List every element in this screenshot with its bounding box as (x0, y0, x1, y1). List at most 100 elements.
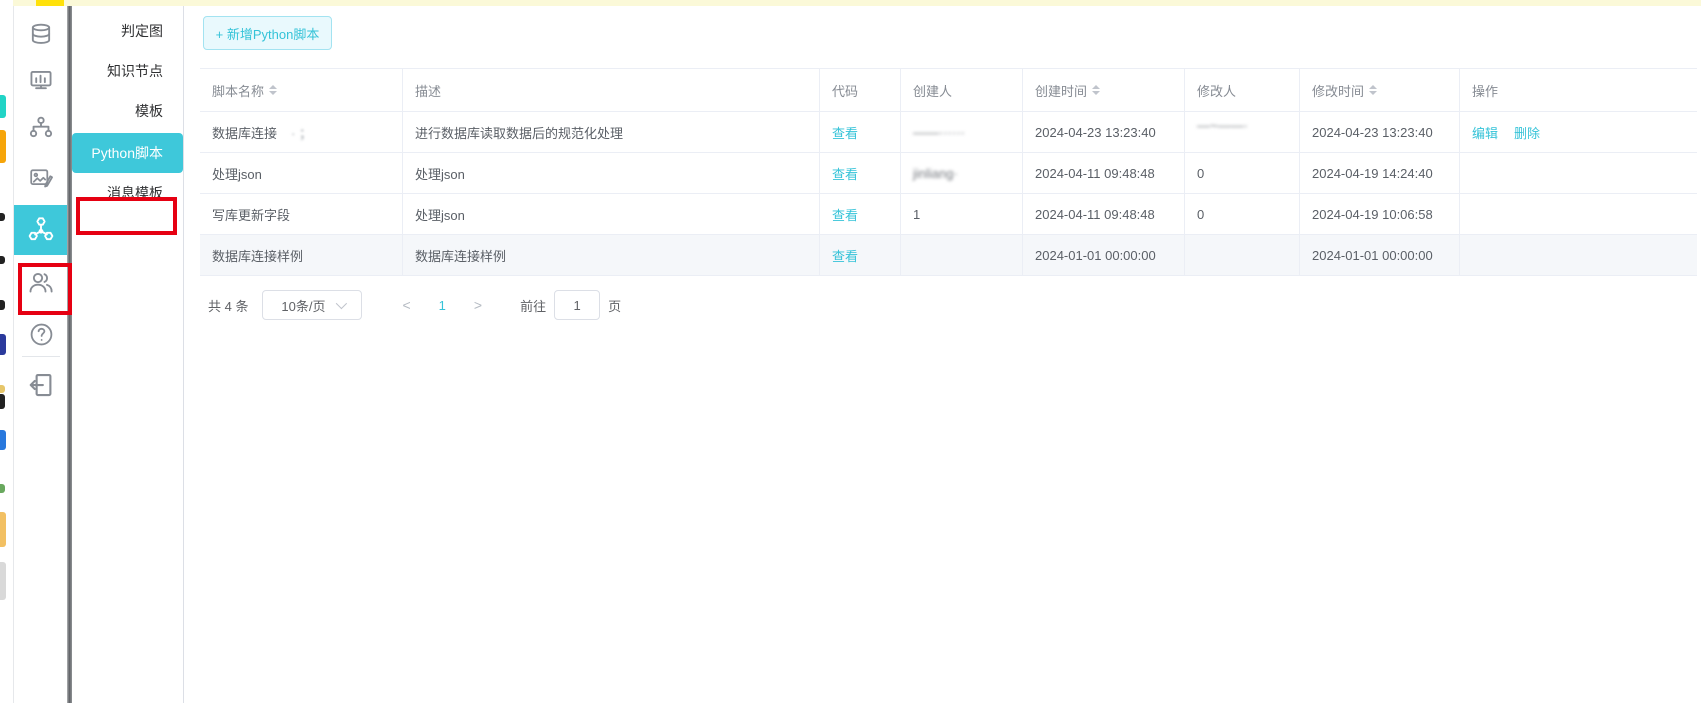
submenu-item-knowledge-node[interactable]: 知识节点 (72, 51, 183, 91)
column-header-code: 代码 (820, 69, 901, 111)
cell-created-time: 2024-04-11 09:48:48 (1023, 194, 1185, 234)
image-edit-icon[interactable] (14, 162, 68, 194)
cell-actions (1460, 194, 1697, 234)
logout-icon[interactable] (14, 366, 68, 404)
cell-description: 数据库连接样例 (403, 235, 820, 275)
left-edge-fragment (0, 334, 6, 355)
cell-actions: 编辑 删除 (1460, 112, 1697, 152)
left-edge-fragment (0, 300, 5, 310)
help-icon[interactable] (14, 318, 68, 350)
prev-page-button[interactable]: < (402, 297, 410, 313)
main-content: + 新增Python脚本 脚本名称 描述 代码 创建人 创建时间 修改人 修改时… (185, 6, 1701, 703)
submenu-item-decision-graph[interactable]: 判定图 (72, 11, 183, 51)
page-unit-label: 页 (608, 296, 621, 315)
left-edge-fragment (0, 385, 5, 393)
annotation-box-users-icon (18, 263, 72, 315)
submenu-item-python-script[interactable]: Python脚本 (72, 133, 183, 173)
cell-modifier: —~——· (1185, 112, 1300, 152)
goto-label: 前往 (520, 296, 546, 315)
cell-description: 处理json (403, 153, 820, 193)
page-size-select[interactable]: 10条/页 (262, 290, 362, 320)
redacted-text: —~——· (1197, 118, 1248, 133)
cell-created-time: 2024-04-11 09:48:48 (1023, 153, 1185, 193)
column-header-creator: 创建人 (901, 69, 1023, 111)
chevron-down-icon (335, 298, 346, 309)
column-header-modified-time[interactable]: 修改时间 (1300, 69, 1460, 111)
cell-modified-time: 2024-04-19 10:06:58 (1300, 194, 1460, 234)
view-code-link[interactable]: 查看 (832, 246, 858, 265)
view-code-link[interactable]: 查看 (832, 205, 858, 224)
goto-page-input[interactable] (554, 290, 600, 320)
cell-creator: jinliang· (901, 153, 1023, 193)
submenu-item-template[interactable]: 模板 (72, 91, 183, 131)
table-row: 数据库连接· ； 进行数据库读取数据后的规范化处理 查看 ——······ 20… (200, 112, 1697, 153)
redacted-text: · ； (291, 123, 312, 142)
cell-modifier: 0 (1185, 194, 1300, 234)
left-edge-fragment (0, 512, 6, 547)
cell-description: 处理json (403, 194, 820, 234)
left-edge-fragment (0, 562, 6, 600)
cell-code: 查看 (820, 194, 901, 234)
left-edge-fragment (0, 130, 6, 163)
total-count-label: 共 4 条 (208, 296, 248, 315)
add-python-script-button[interactable]: + 新增Python脚本 (203, 16, 332, 50)
cell-script-name: 写库更新字段 (200, 194, 403, 234)
annotation-box-message-template (76, 197, 177, 235)
cell-code: 查看 (820, 112, 901, 152)
sort-caret-icon[interactable] (269, 85, 277, 95)
column-header-description: 描述 (403, 69, 820, 111)
sort-caret-icon[interactable] (1369, 85, 1377, 95)
left-edge-fragment (0, 430, 6, 450)
table-header-row: 脚本名称 描述 代码 创建人 创建时间 修改人 修改时间 操作 (200, 68, 1697, 112)
cell-script-name: 数据库连接样例 (200, 235, 403, 275)
column-header-modifier: 修改人 (1185, 69, 1300, 111)
sort-caret-icon[interactable] (1092, 85, 1100, 95)
column-header-created-time[interactable]: 创建时间 (1023, 69, 1185, 111)
table-row: 数据库连接样例 数据库连接样例 查看 2024-01-01 00:00:00 2… (200, 235, 1697, 276)
top-strip-white-gap (0, 0, 13, 6)
cell-script-name: 处理json (200, 153, 403, 193)
cell-script-name: 数据库连接· ； (200, 112, 403, 152)
view-code-link[interactable]: 查看 (832, 123, 858, 142)
cell-creator (901, 235, 1023, 275)
cell-modifier (1185, 235, 1300, 275)
cell-actions (1460, 235, 1697, 275)
icon-sidebar (13, 6, 67, 703)
column-header-actions: 操作 (1460, 69, 1697, 111)
submenu-panel: 判定图 知识节点 模板 Python脚本 消息模板 (72, 6, 184, 703)
cell-modifier: 0 (1185, 153, 1300, 193)
cell-modified-time: 2024-04-23 13:23:40 (1300, 112, 1460, 152)
network-icon-active[interactable] (14, 205, 68, 255)
column-header-script-name[interactable]: 脚本名称 (200, 69, 403, 111)
database-icon[interactable] (14, 19, 68, 51)
cell-actions (1460, 153, 1697, 193)
redacted-text: jinliang· (913, 166, 958, 181)
left-edge-fragment (0, 95, 6, 118)
left-edge-fragment (0, 484, 5, 493)
left-edge-fragment (0, 256, 5, 264)
scripts-table: 脚本名称 描述 代码 创建人 创建时间 修改人 修改时间 操作 数据库连接· ；… (200, 68, 1697, 276)
cell-created-time: 2024-01-01 00:00:00 (1023, 235, 1185, 275)
monitor-chart-icon[interactable] (14, 65, 68, 97)
view-code-link[interactable]: 查看 (832, 164, 858, 183)
cell-modified-time: 2024-01-01 00:00:00 (1300, 235, 1460, 275)
edit-link[interactable]: 编辑 (1472, 123, 1498, 142)
cell-creator: 1 (901, 194, 1023, 234)
current-page-number[interactable]: 1 (439, 298, 446, 313)
next-page-button[interactable]: > (474, 297, 482, 313)
left-edge-fragment (0, 394, 5, 409)
delete-link[interactable]: 删除 (1514, 123, 1540, 142)
cell-creator: ——······ (901, 112, 1023, 152)
table-row: 写库更新字段 处理json 查看 1 2024-04-11 09:48:48 0… (200, 194, 1697, 235)
table-row: 处理json 处理json 查看 jinliang· 2024-04-11 09… (200, 153, 1697, 194)
cell-code: 查看 (820, 235, 901, 275)
cell-description: 进行数据库读取数据后的规范化处理 (403, 112, 820, 152)
cell-modified-time: 2024-04-19 14:24:40 (1300, 153, 1460, 193)
left-edge-fragment (0, 213, 5, 221)
redacted-text: ——······ (913, 125, 965, 140)
cell-code: 查看 (820, 153, 901, 193)
sidebar-divider (22, 356, 60, 357)
cell-created-time: 2024-04-23 13:23:40 (1023, 112, 1185, 152)
hierarchy-icon[interactable] (14, 111, 68, 143)
pagination-bar: 共 4 条 10条/页 < 1 > 前往 页 (208, 290, 621, 320)
